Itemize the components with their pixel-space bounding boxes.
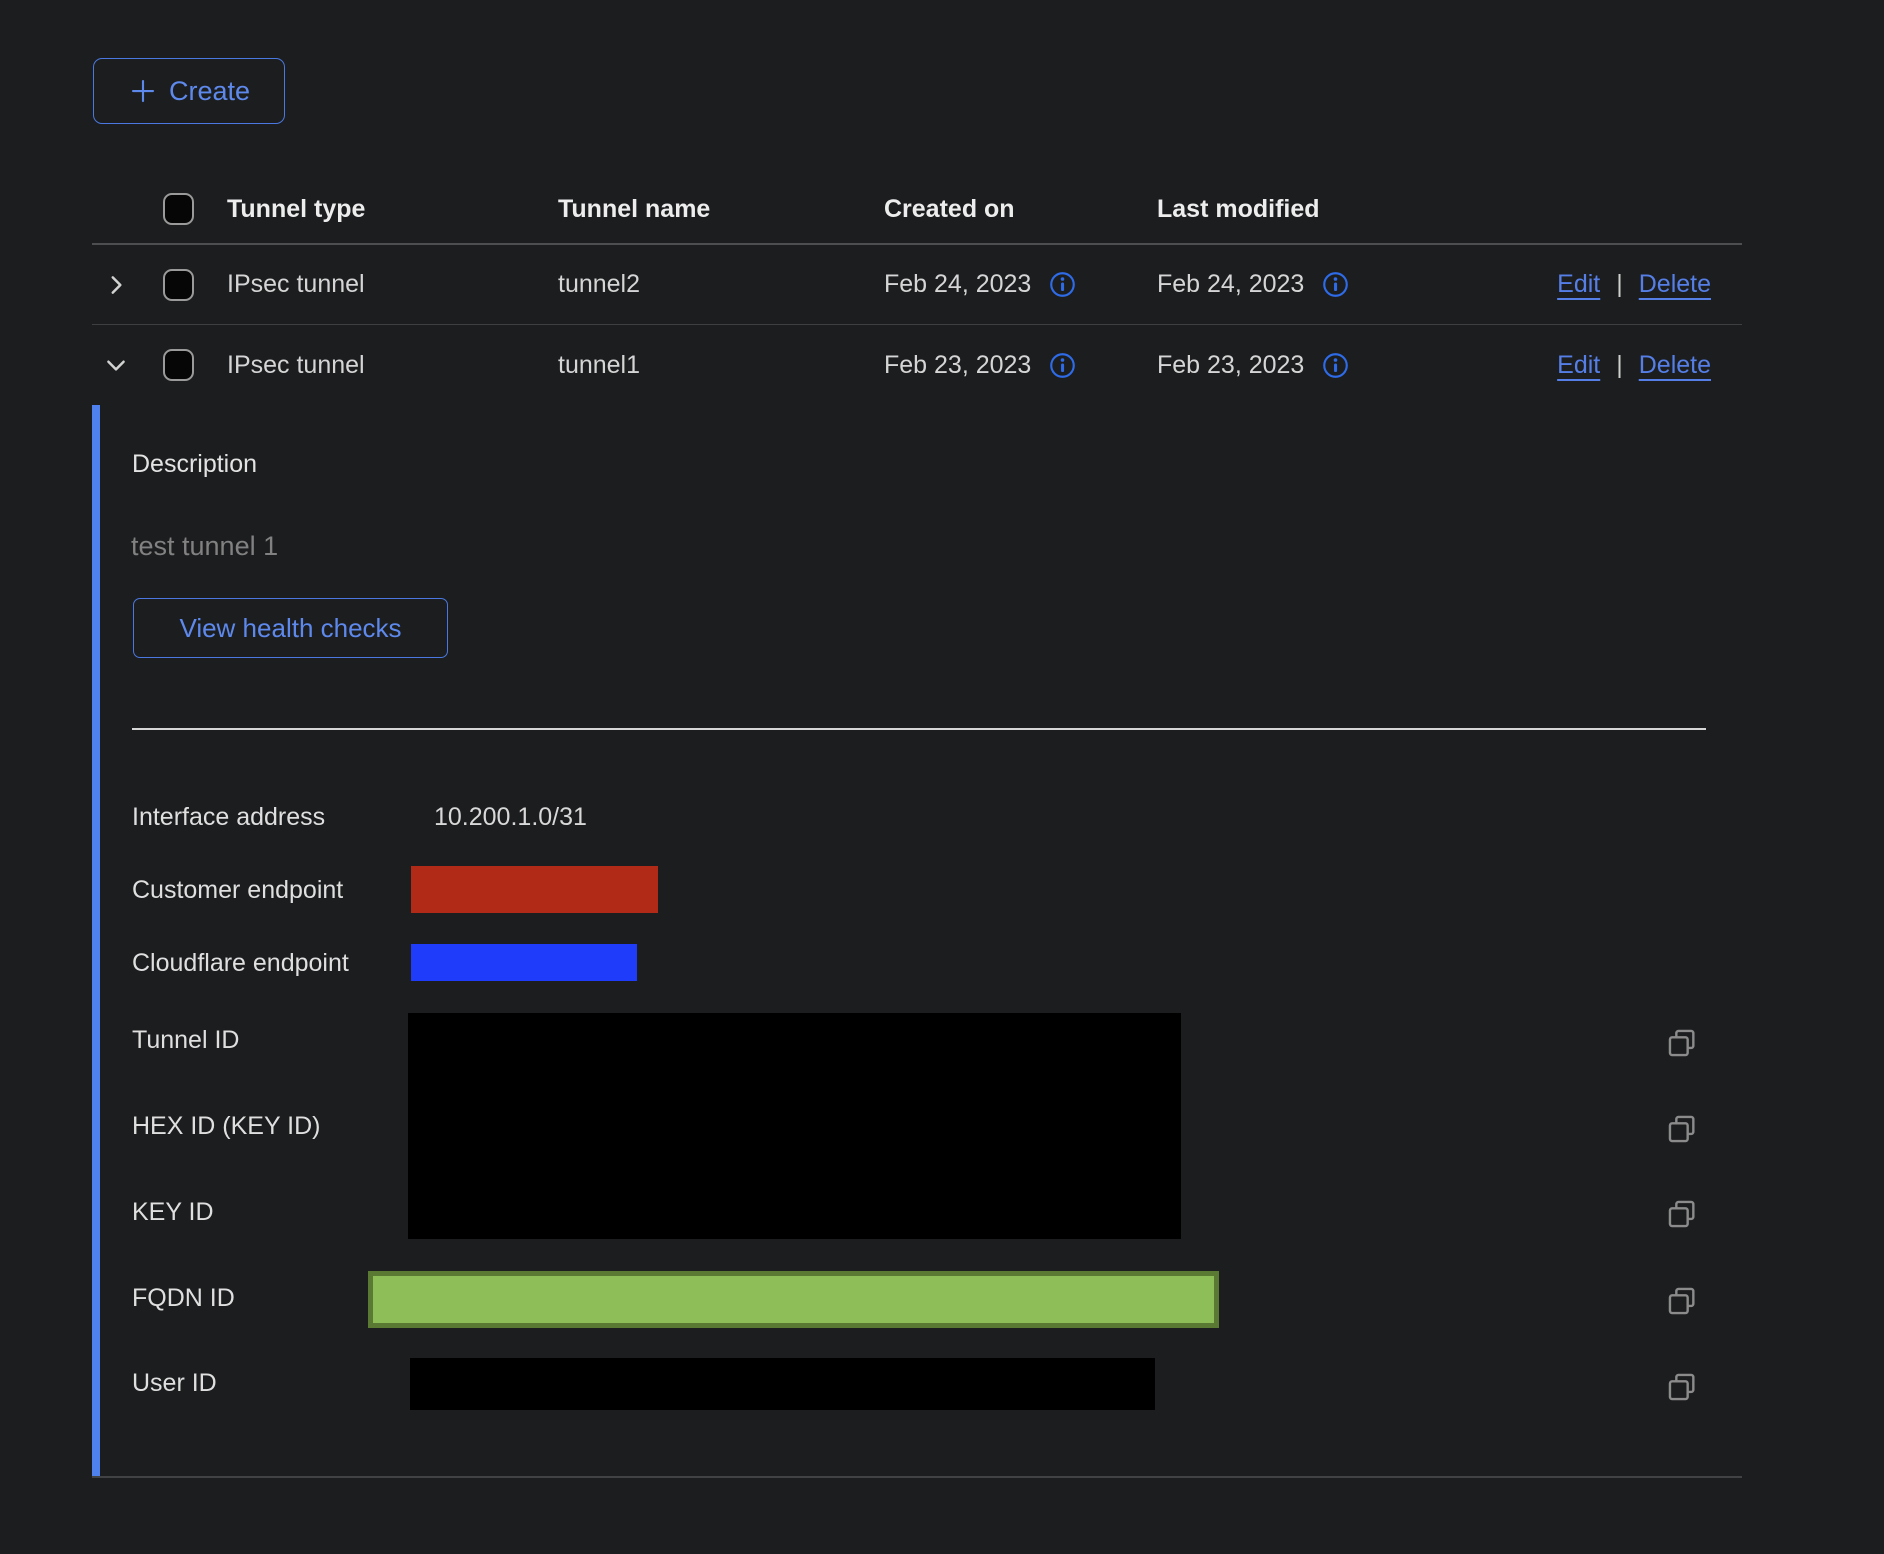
table-row: IPsec tunnel tunnel2 Feb 24, 2023 Feb 24… <box>92 245 1742 325</box>
copy-button[interactable] <box>1662 1281 1702 1321</box>
collapse-row-button[interactable] <box>92 352 163 378</box>
column-header-created-on: Created on <box>884 195 1157 224</box>
tunnel-name-cell: tunnel1 <box>558 351 884 380</box>
customer-endpoint-redaction <box>411 866 658 913</box>
table-bottom-divider <box>92 1476 1742 1478</box>
row-checkbox[interactable] <box>163 349 194 381</box>
edit-link[interactable]: Edit <box>1557 351 1600 380</box>
copy-button[interactable] <box>1662 1023 1702 1063</box>
chevron-right-icon <box>103 272 129 298</box>
last-modified-cell: Feb 23, 2023 <box>1157 351 1304 380</box>
copy-button[interactable] <box>1662 1194 1702 1234</box>
row-checkbox[interactable] <box>163 269 194 301</box>
copy-button[interactable] <box>1662 1109 1702 1149</box>
copy-icon <box>1665 1197 1699 1231</box>
info-icon[interactable] <box>1049 271 1076 298</box>
tunnel-name-cell: tunnel2 <box>558 270 884 299</box>
section-divider <box>132 728 1706 730</box>
key-id-label: KEY ID <box>132 1198 214 1227</box>
fqdn-id-redaction <box>368 1271 1219 1328</box>
expanded-row-accent-bar <box>92 405 100 1476</box>
description-label: Description <box>132 450 257 479</box>
plus-icon <box>128 76 158 106</box>
delete-link[interactable]: Delete <box>1639 351 1711 380</box>
cloudflare-endpoint-label: Cloudflare endpoint <box>132 949 349 978</box>
description-value: test tunnel 1 <box>131 531 278 562</box>
view-health-checks-button[interactable]: View health checks <box>133 598 448 658</box>
copy-icon <box>1665 1026 1699 1060</box>
column-header-tunnel-name: Tunnel name <box>558 195 884 224</box>
info-icon[interactable] <box>1322 271 1349 298</box>
create-button-label: Create <box>169 76 250 107</box>
table-header-row: Tunnel type Tunnel name Created on Last … <box>92 175 1742 245</box>
chevron-down-icon <box>103 352 129 378</box>
action-separator: | <box>1616 270 1623 299</box>
edit-link[interactable]: Edit <box>1557 270 1600 299</box>
expand-row-button[interactable] <box>92 272 163 298</box>
user-id-redaction <box>410 1358 1155 1410</box>
fqdn-id-label: FQDN ID <box>132 1284 235 1313</box>
last-modified-cell: Feb 24, 2023 <box>1157 270 1304 299</box>
action-separator: | <box>1616 351 1623 380</box>
copy-button[interactable] <box>1662 1367 1702 1407</box>
tunnel-type-cell: IPsec tunnel <box>227 351 558 380</box>
tunnel-id-redaction <box>408 1013 1181 1239</box>
delete-link[interactable]: Delete <box>1639 270 1711 299</box>
interface-address-value: 10.200.1.0/31 <box>434 803 587 832</box>
user-id-label: User ID <box>132 1369 217 1398</box>
tunnel-id-label: Tunnel ID <box>132 1026 239 1055</box>
select-all-checkbox[interactable] <box>163 193 194 225</box>
copy-icon <box>1665 1370 1699 1404</box>
created-on-cell: Feb 24, 2023 <box>884 270 1031 299</box>
created-on-cell: Feb 23, 2023 <box>884 351 1031 380</box>
info-icon[interactable] <box>1322 352 1349 379</box>
copy-icon <box>1665 1112 1699 1146</box>
table-row: IPsec tunnel tunnel1 Feb 23, 2023 Feb 23… <box>92 325 1742 405</box>
info-icon[interactable] <box>1049 352 1076 379</box>
cloudflare-endpoint-redaction <box>411 944 637 981</box>
hex-id-label: HEX ID (KEY ID) <box>132 1112 320 1141</box>
tunnel-type-cell: IPsec tunnel <box>227 270 558 299</box>
create-button[interactable]: Create <box>93 58 285 124</box>
column-header-tunnel-type: Tunnel type <box>227 195 558 224</box>
interface-address-label: Interface address <box>132 803 325 832</box>
copy-icon <box>1665 1284 1699 1318</box>
customer-endpoint-label: Customer endpoint <box>132 876 343 905</box>
column-header-last-modified: Last modified <box>1157 195 1538 224</box>
